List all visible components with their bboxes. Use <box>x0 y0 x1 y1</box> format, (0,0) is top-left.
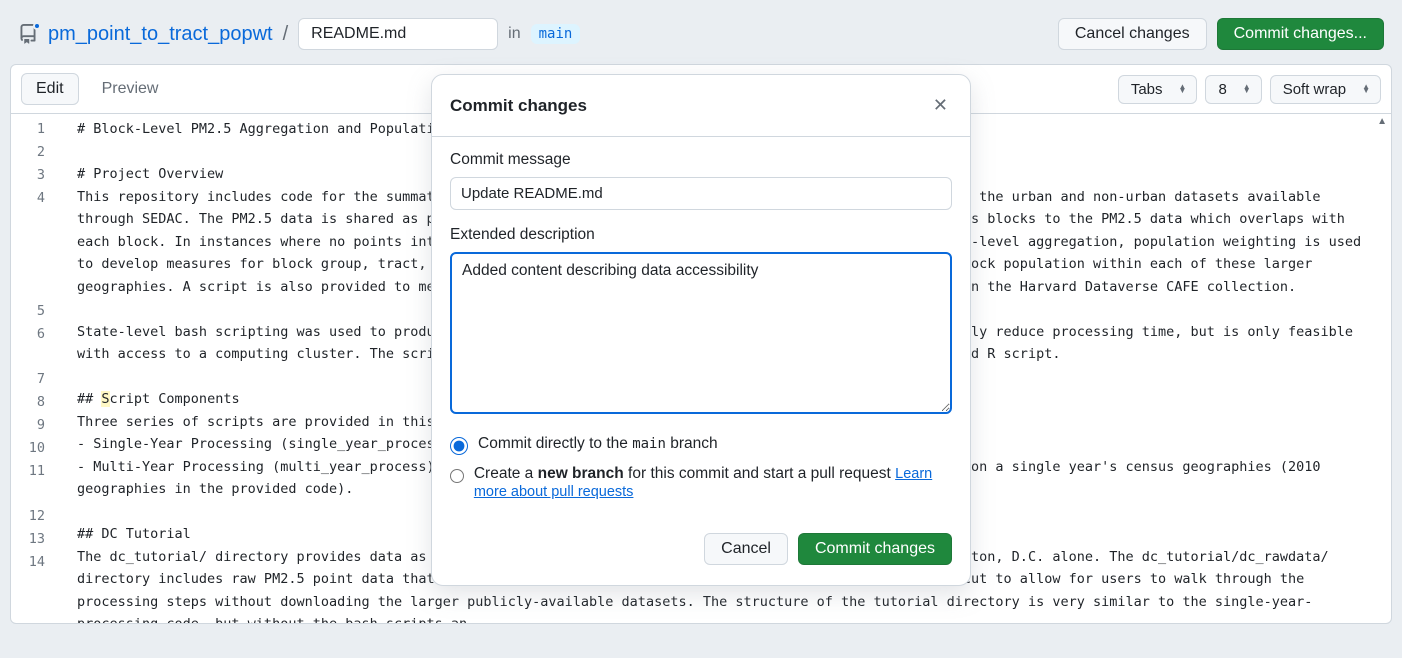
modal-commit-button[interactable]: Commit changes <box>798 533 952 565</box>
tab-edit[interactable]: Edit <box>21 73 79 105</box>
modal-title: Commit changes <box>450 96 587 116</box>
radio-commit-direct-input[interactable] <box>450 437 468 455</box>
path-slash: / <box>283 23 289 46</box>
radio-direct-pre: Commit directly to the <box>478 435 632 452</box>
page-header: pm_point_to_tract_popwt / in main Cancel… <box>10 10 1392 64</box>
indent-mode-label: Tabs <box>1131 81 1163 98</box>
caret-icon: ▲▼ <box>1243 85 1251 93</box>
commit-changes-button[interactable]: Commit changes... <box>1217 18 1384 50</box>
close-icon[interactable]: ✕ <box>929 91 952 120</box>
caret-icon: ▲▼ <box>1362 85 1370 93</box>
extended-description-input[interactable] <box>450 252 952 414</box>
extended-description-label: Extended description <box>450 226 952 244</box>
wrap-mode-label: Soft wrap <box>1283 81 1346 98</box>
tab-preview[interactable]: Preview <box>87 73 174 105</box>
commit-message-input[interactable] <box>450 177 952 210</box>
in-label: in <box>508 25 520 43</box>
radio-direct-branch: main <box>632 436 666 452</box>
cancel-changes-button[interactable]: Cancel changes <box>1058 18 1207 50</box>
modal-cancel-button[interactable]: Cancel <box>704 533 788 565</box>
indent-size-select[interactable]: 8 ▲▼ <box>1205 75 1261 104</box>
line-gutter: 123456789101112131415 <box>11 114 63 623</box>
indent-mode-select[interactable]: Tabs ▲▼ <box>1118 75 1198 104</box>
radio-new-post: for this commit and start a pull request <box>624 465 895 482</box>
radio-direct-post: branch <box>666 435 718 452</box>
filename-input[interactable] <box>298 18 498 50</box>
repo-icon <box>18 24 38 44</box>
radio-commit-direct[interactable]: Commit directly to the main branch <box>450 435 952 455</box>
radio-new-pre: Create a <box>474 465 538 482</box>
radio-new-branch-input[interactable] <box>450 467 464 485</box>
commit-modal: Commit changes ✕ Commit message Extended… <box>431 74 971 586</box>
repo-link[interactable]: pm_point_to_tract_popwt <box>48 23 273 46</box>
branch-chip[interactable]: main <box>531 24 581 44</box>
radio-new-bold: new branch <box>538 465 624 482</box>
wrap-mode-select[interactable]: Soft wrap ▲▼ <box>1270 75 1381 104</box>
indent-size-label: 8 <box>1218 81 1226 98</box>
commit-message-label: Commit message <box>450 151 952 169</box>
scroll-up-icon[interactable]: ▲ <box>1377 116 1387 127</box>
caret-icon: ▲▼ <box>1179 85 1187 93</box>
radio-new-branch[interactable]: Create a new branch for this commit and … <box>450 465 952 501</box>
